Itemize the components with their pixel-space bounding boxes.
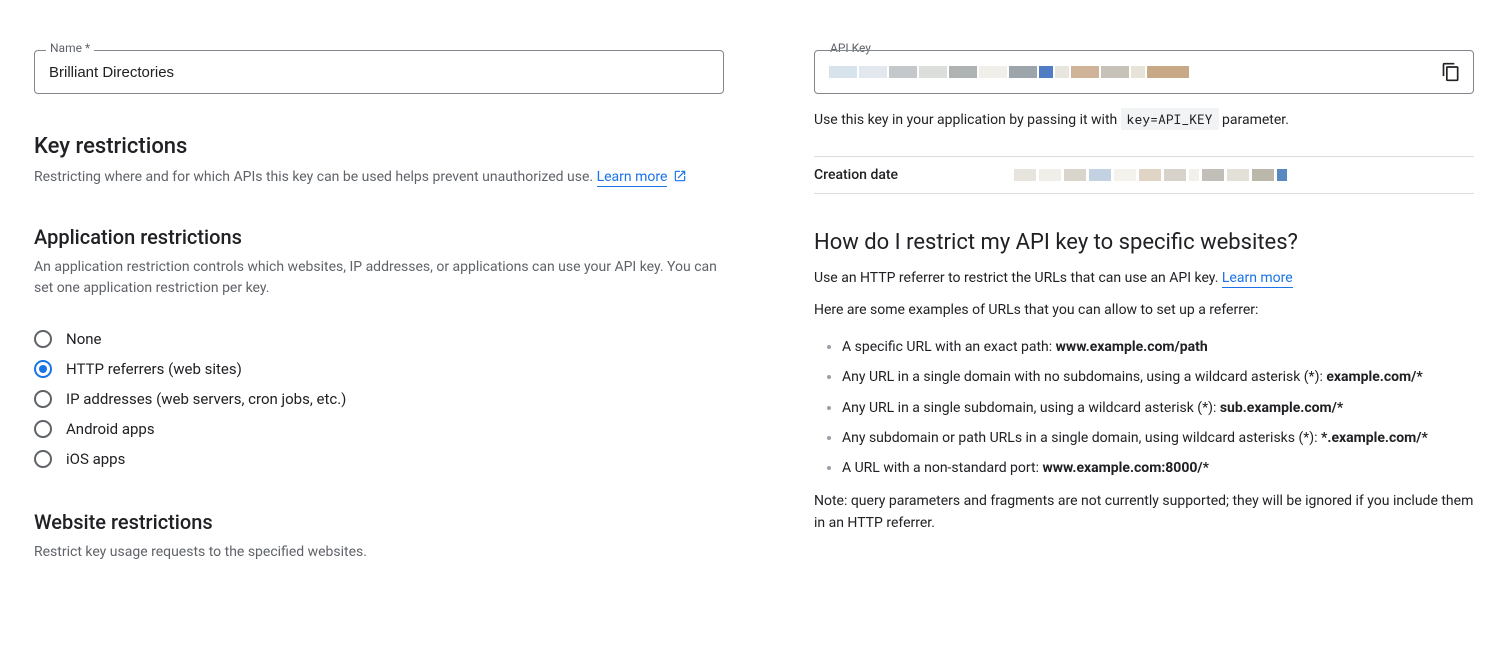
help-learn-more-link[interactable]: Learn more xyxy=(1222,270,1293,288)
key-restrictions-heading: Key restrictions xyxy=(34,134,724,159)
list-item: A URL with a non-standard port: www.exam… xyxy=(842,457,1474,479)
copy-button[interactable] xyxy=(1437,58,1465,86)
radio-option[interactable]: Android apps xyxy=(34,414,724,444)
api-key-hint-pre: Use this key in your application by pass… xyxy=(814,112,1121,128)
radio-icon xyxy=(34,450,52,468)
list-item: Any subdomain or path URLs in a single d… xyxy=(842,427,1474,449)
radio-label: HTTP referrers (web sites) xyxy=(66,360,242,378)
help-heading: How do I restrict my API key to specific… xyxy=(814,230,1474,255)
open-external-icon xyxy=(673,169,687,183)
radio-label: iOS apps xyxy=(66,450,125,468)
examples-list: A specific URL with an exact path: www.e… xyxy=(814,336,1474,480)
copy-icon xyxy=(1441,70,1461,85)
website-restrictions-desc: Restrict key usage requests to the speci… xyxy=(34,542,724,564)
radio-label: Android apps xyxy=(66,420,155,438)
creation-date-value-redacted xyxy=(1014,168,1287,182)
creation-date-row: Creation date xyxy=(814,156,1474,194)
api-key-hint-post: parameter. xyxy=(1219,112,1289,128)
api-key-field: API Key xyxy=(814,50,1474,94)
api-key-hint-code: key=API_KEY xyxy=(1121,108,1219,130)
radio-label: IP addresses (web servers, cron jobs, et… xyxy=(66,390,346,408)
help-intro: Use an HTTP referrer to restrict the URL… xyxy=(814,267,1474,289)
application-restrictions-heading: Application restrictions xyxy=(34,225,724,249)
radio-icon xyxy=(34,330,52,348)
key-restrictions-learn-more-link[interactable]: Learn more xyxy=(597,169,668,187)
radio-icon xyxy=(34,360,52,378)
help-note: Note: query parameters and fragments are… xyxy=(814,490,1474,535)
list-item: Any URL in a single domain with no subdo… xyxy=(842,366,1474,388)
creation-date-label: Creation date xyxy=(814,167,1014,183)
radio-icon xyxy=(34,420,52,438)
website-restrictions-heading: Website restrictions xyxy=(34,510,724,534)
name-input[interactable] xyxy=(34,50,724,94)
radio-option[interactable]: iOS apps xyxy=(34,444,724,474)
name-label: Name * xyxy=(46,41,94,55)
list-item: Any URL in a single subdomain, using a w… xyxy=(842,397,1474,419)
radio-label: None xyxy=(66,330,102,348)
application-restrictions-radio-group: None HTTP referrers (web sites) IP address… xyxy=(34,324,724,474)
api-key-value-redacted xyxy=(829,65,1189,79)
examples-intro: Here are some examples of URLs that you … xyxy=(814,299,1474,321)
api-key-hint: Use this key in your application by pass… xyxy=(814,110,1474,128)
radio-option[interactable]: HTTP referrers (web sites) xyxy=(34,354,724,384)
key-restrictions-desc: Restricting where and for which APIs thi… xyxy=(34,167,724,189)
radio-option[interactable]: IP addresses (web servers, cron jobs, et… xyxy=(34,384,724,414)
radio-option[interactable]: None xyxy=(34,324,724,354)
application-restrictions-desc: An application restriction controls whic… xyxy=(34,257,724,300)
name-field: Name * xyxy=(34,50,724,94)
help-intro-text: Use an HTTP referrer to restrict the URL… xyxy=(814,270,1218,286)
radio-icon xyxy=(34,390,52,408)
key-restrictions-desc-text: Restricting where and for which APIs thi… xyxy=(34,169,593,185)
list-item: A specific URL with an exact path: www.e… xyxy=(842,336,1474,358)
